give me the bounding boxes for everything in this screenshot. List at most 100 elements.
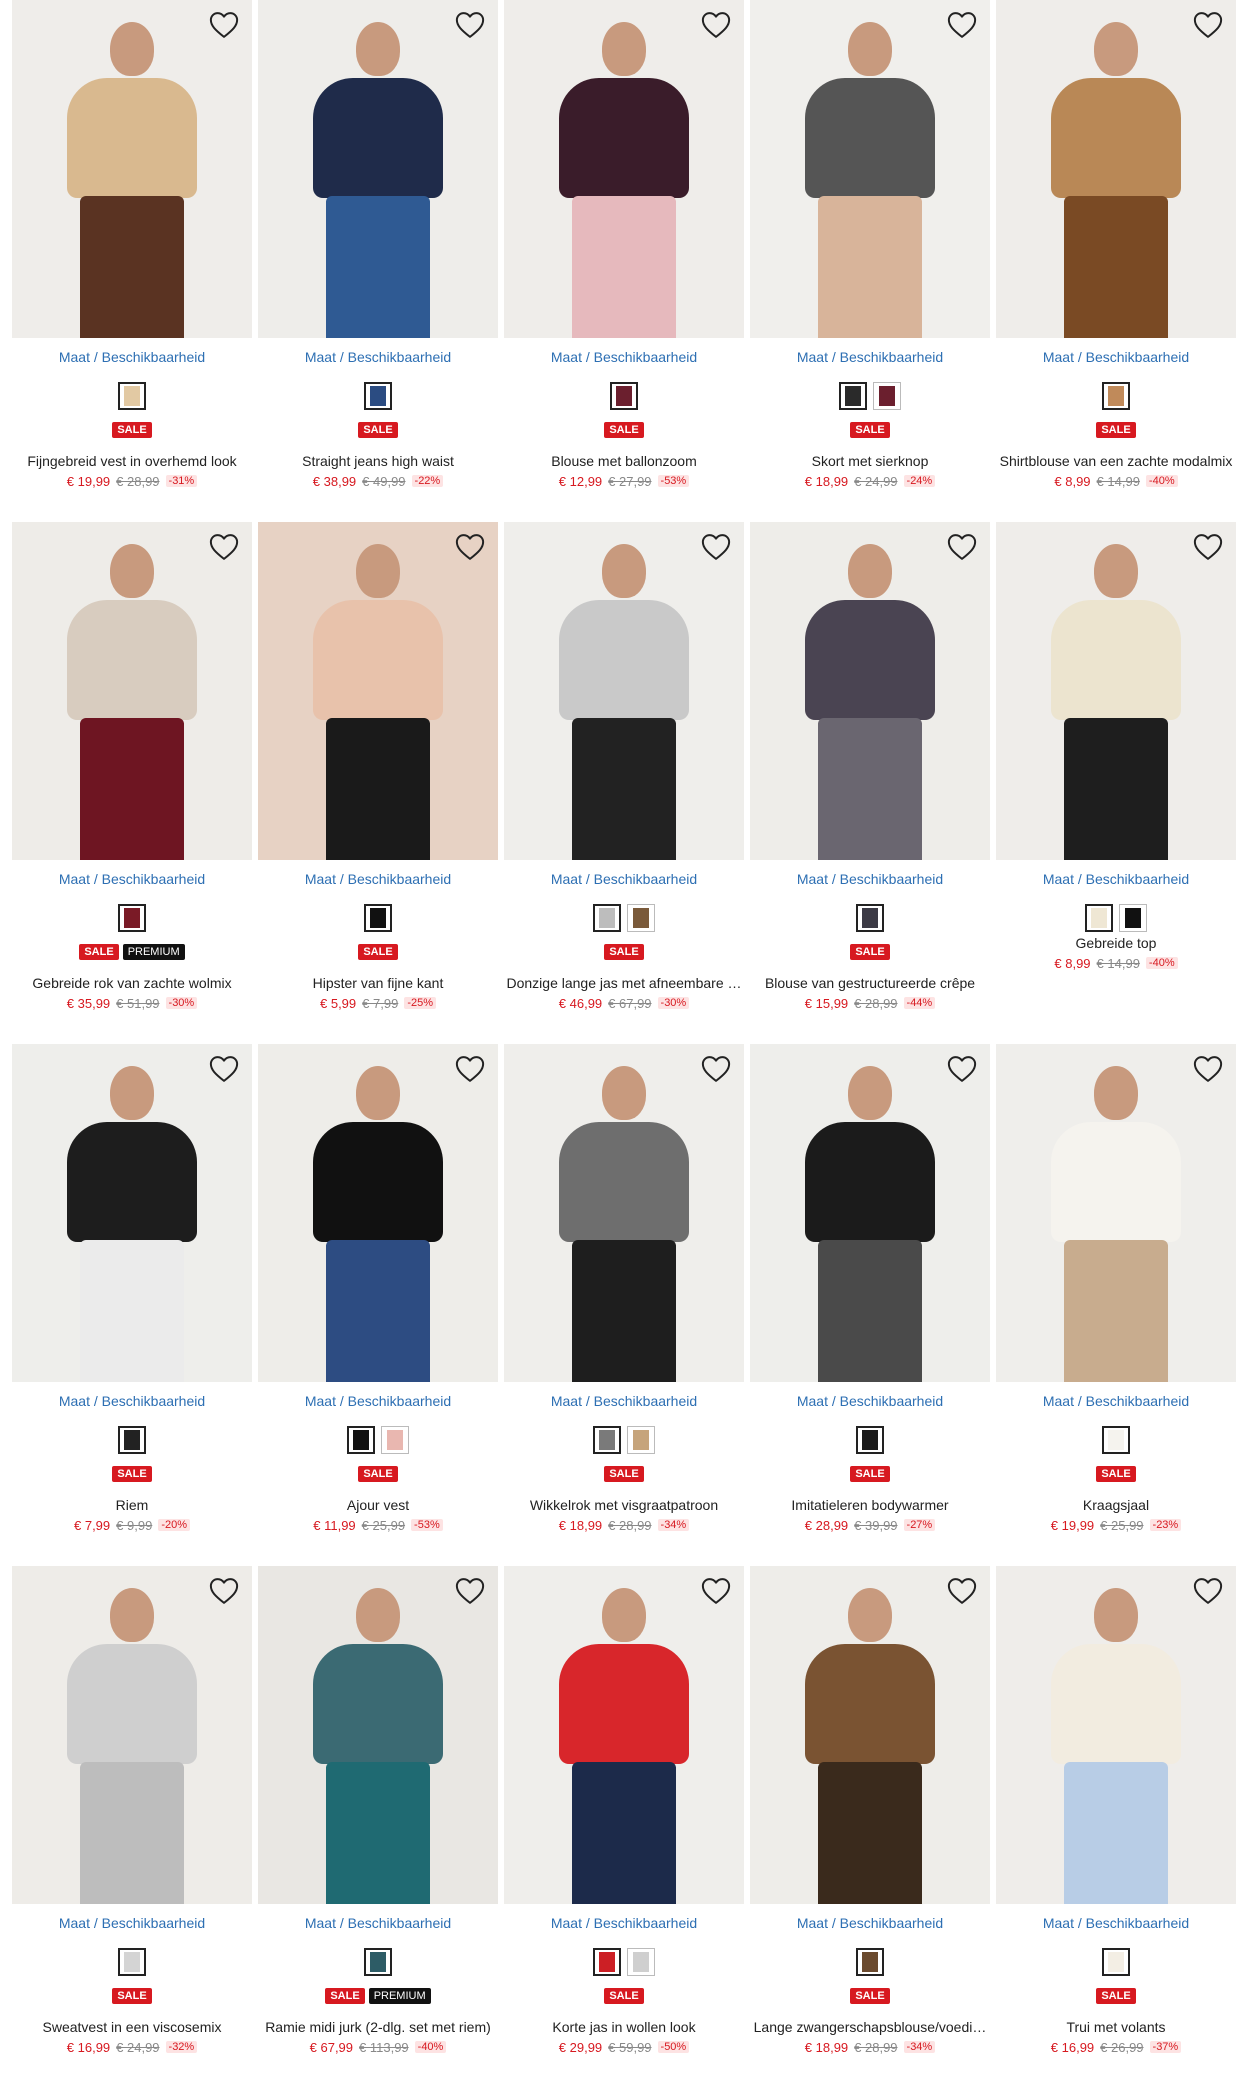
- favorite-heart-icon[interactable]: [208, 1576, 240, 1606]
- product-name[interactable]: Straight jeans high waist: [258, 452, 498, 470]
- favorite-heart-icon[interactable]: [454, 10, 486, 40]
- product-image[interactable]: [996, 1044, 1236, 1382]
- color-swatch[interactable]: [1119, 904, 1147, 932]
- color-swatch[interactable]: [856, 1426, 884, 1454]
- size-availability-link[interactable]: Maat / Beschikbaarheid: [504, 348, 744, 366]
- product-image[interactable]: [258, 0, 498, 338]
- size-availability-link[interactable]: Maat / Beschikbaarheid: [504, 1914, 744, 1932]
- product-card[interactable]: Maat / Beschikbaarheid SALE Wikkelrok me…: [504, 1044, 744, 1566]
- color-swatch[interactable]: [364, 1948, 392, 1976]
- product-image[interactable]: [750, 0, 990, 338]
- favorite-heart-icon[interactable]: [946, 1054, 978, 1084]
- size-availability-link[interactable]: Maat / Beschikbaarheid: [750, 870, 990, 888]
- favorite-heart-icon[interactable]: [454, 532, 486, 562]
- size-availability-link[interactable]: Maat / Beschikbaarheid: [996, 1914, 1236, 1932]
- product-name[interactable]: Kraagsjaal: [996, 1496, 1236, 1514]
- product-image[interactable]: [504, 1566, 744, 1904]
- color-swatch[interactable]: [1102, 1426, 1130, 1454]
- product-name[interactable]: Hipster van fijne kant: [258, 974, 498, 992]
- product-name[interactable]: Shirtblouse van een zachte modalmix: [996, 452, 1236, 470]
- product-card[interactable]: Maat / Beschikbaarheid SALE Imitatielere…: [750, 1044, 990, 1566]
- size-availability-link[interactable]: Maat / Beschikbaarheid: [12, 870, 252, 888]
- product-card[interactable]: Maat / Beschikbaarheid SALE Riem € 7,99 …: [12, 1044, 252, 1566]
- product-name[interactable]: Gebreide top: [996, 934, 1236, 952]
- product-name[interactable]: Wikkelrok met visgraatpatroon: [504, 1496, 744, 1514]
- product-image[interactable]: [996, 0, 1236, 338]
- size-availability-link[interactable]: Maat / Beschikbaarheid: [12, 1914, 252, 1932]
- favorite-heart-icon[interactable]: [1192, 1054, 1224, 1084]
- product-card[interactable]: Maat / Beschikbaarheid SALE Shirtblouse …: [996, 0, 1236, 522]
- favorite-heart-icon[interactable]: [700, 532, 732, 562]
- size-availability-link[interactable]: Maat / Beschikbaarheid: [258, 870, 498, 888]
- favorite-heart-icon[interactable]: [946, 10, 978, 40]
- product-card[interactable]: Maat / Beschikbaarheid SALE Lange zwange…: [750, 1566, 990, 2088]
- product-name[interactable]: Blouse met ballonzoom: [504, 452, 744, 470]
- product-name[interactable]: Blouse van gestructureerde crêpe: [750, 974, 990, 992]
- favorite-heart-icon[interactable]: [1192, 10, 1224, 40]
- product-name[interactable]: Skort met sierknop: [750, 452, 990, 470]
- product-card[interactable]: Maat / Beschikbaarheid SALE PREMIUM Ramie…: [258, 1566, 498, 2088]
- product-card[interactable]: Maat / Beschikbaarheid SALE Korte jas in…: [504, 1566, 744, 2088]
- size-availability-link[interactable]: Maat / Beschikbaarheid: [504, 1392, 744, 1410]
- product-card[interactable]: Maat / Beschikbaarheid SALE Blouse met b…: [504, 0, 744, 522]
- product-card[interactable]: Maat / Beschikbaarheid SALE Trui met vol…: [996, 1566, 1236, 2088]
- color-swatch[interactable]: [610, 382, 638, 410]
- color-swatch[interactable]: [381, 1426, 409, 1454]
- product-card[interactable]: Maat / Beschikbaarheid SALE Ajour vest €…: [258, 1044, 498, 1566]
- product-image[interactable]: [996, 522, 1236, 860]
- product-card[interactable]: Maat / Beschikbaarheid Gebreide top € 8,…: [996, 522, 1236, 1044]
- color-swatch[interactable]: [364, 904, 392, 932]
- product-image[interactable]: [12, 0, 252, 338]
- size-availability-link[interactable]: Maat / Beschikbaarheid: [258, 1392, 498, 1410]
- color-swatch[interactable]: [593, 1948, 621, 1976]
- product-image[interactable]: [258, 522, 498, 860]
- color-swatch[interactable]: [347, 1426, 375, 1454]
- product-image[interactable]: [750, 522, 990, 860]
- product-name[interactable]: Lange zwangerschapsblouse/voedi…: [750, 2018, 990, 2036]
- size-availability-link[interactable]: Maat / Beschikbaarheid: [996, 1392, 1236, 1410]
- product-image[interactable]: [12, 1566, 252, 1904]
- color-swatch[interactable]: [118, 1948, 146, 1976]
- favorite-heart-icon[interactable]: [700, 10, 732, 40]
- product-card[interactable]: Maat / Beschikbaarheid SALE PREMIUM Gebre…: [12, 522, 252, 1044]
- favorite-heart-icon[interactable]: [208, 1054, 240, 1084]
- product-name[interactable]: Sweatvest in een viscosemix: [12, 2018, 252, 2036]
- product-name[interactable]: Trui met volants: [996, 2018, 1236, 2036]
- product-name[interactable]: Imitatieleren bodywarmer: [750, 1496, 990, 1514]
- color-swatch[interactable]: [1102, 1948, 1130, 1976]
- product-image[interactable]: [258, 1566, 498, 1904]
- product-name[interactable]: Ajour vest: [258, 1496, 498, 1514]
- size-availability-link[interactable]: Maat / Beschikbaarheid: [12, 348, 252, 366]
- product-image[interactable]: [12, 1044, 252, 1382]
- product-image[interactable]: [504, 1044, 744, 1382]
- size-availability-link[interactable]: Maat / Beschikbaarheid: [750, 1914, 990, 1932]
- color-swatch[interactable]: [856, 1948, 884, 1976]
- color-swatch[interactable]: [593, 904, 621, 932]
- product-name[interactable]: Gebreide rok van zachte wolmix: [12, 974, 252, 992]
- color-swatch[interactable]: [118, 1426, 146, 1454]
- size-availability-link[interactable]: Maat / Beschikbaarheid: [750, 348, 990, 366]
- size-availability-link[interactable]: Maat / Beschikbaarheid: [504, 870, 744, 888]
- color-swatch[interactable]: [1102, 382, 1130, 410]
- product-card[interactable]: Maat / Beschikbaarheid SALE Straight jea…: [258, 0, 498, 522]
- favorite-heart-icon[interactable]: [208, 532, 240, 562]
- size-availability-link[interactable]: Maat / Beschikbaarheid: [996, 870, 1236, 888]
- product-card[interactable]: Maat / Beschikbaarheid SALE Fijngebreid …: [12, 0, 252, 522]
- favorite-heart-icon[interactable]: [208, 10, 240, 40]
- size-availability-link[interactable]: Maat / Beschikbaarheid: [996, 348, 1236, 366]
- product-card[interactable]: Maat / Beschikbaarheid SALE Donzige lang…: [504, 522, 744, 1044]
- product-image[interactable]: [504, 0, 744, 338]
- product-card[interactable]: Maat / Beschikbaarheid SALE Sweatvest in…: [12, 1566, 252, 2088]
- color-swatch[interactable]: [873, 382, 901, 410]
- favorite-heart-icon[interactable]: [1192, 1576, 1224, 1606]
- favorite-heart-icon[interactable]: [700, 1054, 732, 1084]
- color-swatch[interactable]: [364, 382, 392, 410]
- product-image[interactable]: [750, 1566, 990, 1904]
- product-name[interactable]: Riem: [12, 1496, 252, 1514]
- product-card[interactable]: Maat / Beschikbaarheid SALE Hipster van …: [258, 522, 498, 1044]
- favorite-heart-icon[interactable]: [1192, 532, 1224, 562]
- color-swatch[interactable]: [627, 904, 655, 932]
- product-name[interactable]: Donzige lange jas met afneembare …: [504, 974, 744, 992]
- product-image[interactable]: [258, 1044, 498, 1382]
- color-swatch[interactable]: [627, 1948, 655, 1976]
